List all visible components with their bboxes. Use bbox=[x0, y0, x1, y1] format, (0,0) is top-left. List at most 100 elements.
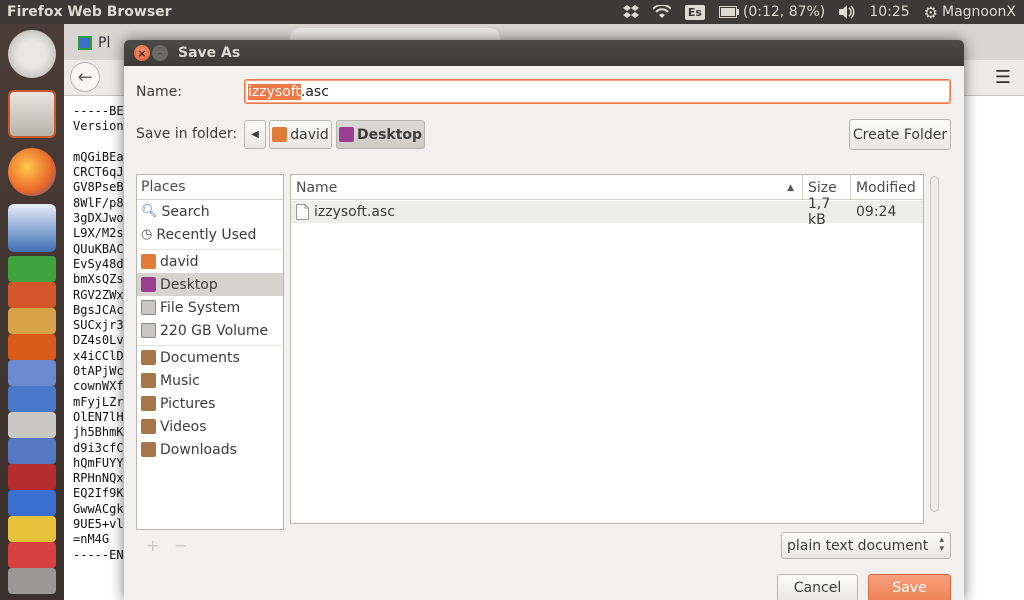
file-type-filter[interactable]: plain text document ▴ ▾ bbox=[781, 532, 951, 559]
file-list-scrollbar[interactable] bbox=[930, 176, 939, 512]
places-header: Places bbox=[137, 175, 283, 200]
firefox-icon[interactable] bbox=[8, 148, 56, 196]
place-label: Documents bbox=[160, 349, 240, 366]
file-list: Name ▲ Size Modified izzysoft.asc 1,7 kB… bbox=[290, 174, 924, 524]
app-icon-7[interactable] bbox=[8, 516, 56, 542]
name-label: Name: bbox=[136, 84, 183, 100]
drive-icon bbox=[141, 300, 156, 315]
sort-up-icon: ▲ bbox=[787, 182, 794, 193]
remove-place-button[interactable]: − bbox=[174, 536, 187, 555]
app-icon-3[interactable] bbox=[8, 412, 56, 438]
session-menu[interactable]: ⚙ MagnoonX bbox=[924, 3, 1016, 22]
file-name: izzysoft.asc bbox=[314, 204, 395, 220]
gear-icon: ⚙ bbox=[923, 2, 938, 22]
cancel-button[interactable]: Cancel bbox=[777, 574, 858, 600]
app-icon-2[interactable] bbox=[8, 386, 56, 412]
place-recently-used[interactable]: ◷ Recently Used bbox=[137, 223, 283, 246]
clock-icon: ◷ bbox=[141, 227, 153, 242]
back-button[interactable]: ← bbox=[70, 62, 100, 92]
clock[interactable]: 10:25 bbox=[869, 4, 909, 20]
save-as-dialog: × – Save As Name: izzysoft .asc Save in f… bbox=[124, 40, 964, 600]
place-music[interactable]: Music bbox=[137, 369, 283, 392]
add-place-button[interactable]: + bbox=[146, 536, 159, 555]
tab-title: Pl bbox=[98, 35, 111, 51]
place-label: Search bbox=[161, 203, 210, 220]
place-search[interactable]: 🔍︎ Search bbox=[137, 200, 283, 223]
trash-icon[interactable] bbox=[8, 568, 56, 594]
home-folder-icon bbox=[272, 127, 288, 142]
impress-icon[interactable] bbox=[8, 282, 56, 308]
battery-icon bbox=[718, 6, 739, 18]
place-downloads[interactable]: Downloads bbox=[137, 438, 283, 461]
wifi-icon[interactable] bbox=[652, 5, 671, 19]
app-icon-4[interactable] bbox=[8, 438, 56, 464]
path-label-desktop: Desktop bbox=[356, 126, 423, 143]
place-220gb-volume[interactable]: 220 GB Volume bbox=[137, 319, 283, 342]
place-label: Recently Used bbox=[156, 226, 257, 243]
path-button-desktop[interactable]: Desktop bbox=[336, 120, 425, 149]
file-row[interactable]: izzysoft.asc 1,7 kB 09:24 bbox=[291, 196, 923, 228]
place-pictures[interactable]: Pictures bbox=[137, 392, 283, 415]
place-documents[interactable]: Documents bbox=[137, 346, 283, 369]
place-label: Downloads bbox=[160, 441, 237, 458]
desktop-icon bbox=[141, 277, 156, 292]
place-label: david bbox=[160, 253, 199, 270]
search-icon: 🔍︎ bbox=[141, 204, 158, 219]
place-label: Pictures bbox=[160, 395, 216, 412]
drive-icon bbox=[141, 323, 156, 338]
save-in-label: Save in folder: bbox=[136, 126, 238, 142]
pictures-folder-icon bbox=[141, 396, 156, 411]
path-button-david[interactable]: david bbox=[269, 120, 332, 149]
writer-icon[interactable] bbox=[8, 204, 56, 252]
app-icon-5[interactable] bbox=[8, 464, 56, 490]
files-app-icon[interactable] bbox=[8, 90, 56, 138]
calc-icon[interactable] bbox=[8, 256, 56, 282]
create-folder-button[interactable]: Create Folder bbox=[849, 119, 951, 150]
column-modified-label: Modified bbox=[856, 179, 916, 196]
minimize-icon[interactable]: – bbox=[152, 45, 168, 61]
path-back-button[interactable]: ◀ bbox=[244, 120, 266, 149]
ubuntu-logo-icon[interactable] bbox=[8, 30, 56, 78]
music-folder-icon bbox=[141, 373, 156, 388]
column-name-label: Name bbox=[296, 179, 338, 196]
column-name-header[interactable]: Name ▲ bbox=[291, 175, 803, 200]
place-label: Desktop bbox=[160, 276, 218, 293]
column-size-label: Size bbox=[808, 179, 837, 196]
battery-indicator[interactable]: (0:12, 87%) bbox=[718, 4, 826, 20]
path-label-david: david bbox=[290, 126, 329, 143]
column-modified-header[interactable]: Modified bbox=[851, 175, 923, 200]
file-modified: 09:24 bbox=[856, 204, 897, 220]
battery-status: (0:12, 87%) bbox=[742, 4, 826, 20]
place-desktop[interactable]: Desktop bbox=[137, 273, 283, 296]
launcher bbox=[0, 24, 64, 600]
indicator-area: Es (0:12, 87%) 10:25 ⚙ MagnoonX bbox=[622, 0, 1016, 24]
save-button[interactable]: Save bbox=[868, 574, 951, 600]
dialog-titlebar: × – Save As bbox=[124, 40, 964, 66]
folder-icon bbox=[141, 350, 156, 365]
place-file-system[interactable]: File System bbox=[137, 296, 283, 319]
user-name: MagnoonX bbox=[941, 4, 1016, 20]
app-icon-8[interactable] bbox=[8, 542, 56, 568]
place-label: Videos bbox=[160, 418, 207, 435]
home-folder-icon bbox=[141, 254, 156, 269]
downloads-folder-icon bbox=[141, 442, 156, 457]
volume-icon[interactable] bbox=[839, 5, 855, 19]
keyboard-layout-indicator[interactable]: Es bbox=[684, 4, 705, 20]
dropbox-icon[interactable] bbox=[622, 5, 639, 19]
file-type-filter-value: plain text document bbox=[787, 537, 929, 554]
software-center-icon[interactable] bbox=[8, 308, 56, 334]
videos-folder-icon bbox=[141, 419, 156, 434]
close-icon[interactable]: × bbox=[134, 45, 150, 61]
place-david[interactable]: david bbox=[137, 250, 283, 273]
active-app-title: Firefox Web Browser bbox=[7, 4, 172, 20]
amazon-icon[interactable] bbox=[8, 334, 56, 360]
filename-input[interactable]: izzysoft .asc bbox=[244, 79, 951, 104]
browser-menu-button[interactable]: ☰ bbox=[990, 64, 1016, 90]
app-icon-1[interactable] bbox=[8, 360, 56, 386]
place-label: 220 GB Volume bbox=[160, 322, 269, 339]
text-file-icon bbox=[296, 204, 309, 220]
tab-favicon-icon bbox=[78, 36, 92, 50]
filename-extension: .asc bbox=[300, 83, 329, 100]
app-icon-6[interactable] bbox=[8, 490, 56, 516]
place-videos[interactable]: Videos bbox=[137, 415, 283, 438]
